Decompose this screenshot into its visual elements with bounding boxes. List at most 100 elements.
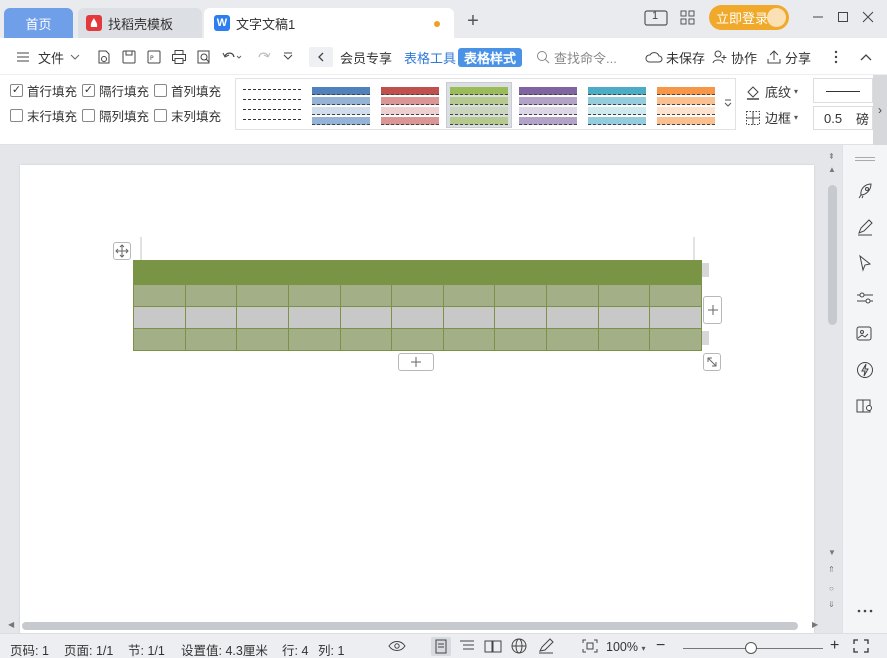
new-tab-button[interactable]: +	[462, 10, 484, 33]
pen-button[interactable]	[855, 217, 875, 237]
tab-home[interactable]: 首页	[4, 8, 73, 38]
image-tool-button[interactable]	[855, 324, 875, 344]
table-style-option[interactable]	[240, 83, 304, 127]
page-count-button[interactable]: 1	[644, 6, 668, 30]
share-button[interactable]: 分享	[766, 47, 811, 67]
scroll-up-icon[interactable]: ▲	[828, 165, 836, 174]
redo-button[interactable]	[256, 47, 272, 67]
table-cell[interactable]	[546, 328, 599, 351]
open-button[interactable]	[96, 47, 112, 67]
table-cell[interactable]	[597, 306, 651, 329]
table-cell[interactable]	[391, 284, 444, 307]
web-view-button[interactable]	[510, 638, 528, 657]
tab-table-style[interactable]: 表格样式	[458, 47, 523, 67]
table-cell[interactable]	[287, 306, 341, 329]
vertical-scrollbar[interactable]	[826, 150, 838, 616]
table-cell[interactable]	[649, 284, 702, 307]
table-cell[interactable]	[236, 306, 289, 329]
table-style-option[interactable]	[585, 83, 649, 127]
table-cell[interactable]	[339, 306, 393, 329]
gallery-more-button[interactable]	[723, 97, 735, 109]
reader-button[interactable]	[855, 396, 875, 416]
document-table[interactable]	[133, 260, 702, 351]
side-more-button[interactable]	[855, 605, 875, 625]
table-style-option[interactable]	[516, 83, 580, 127]
table-cell[interactable]	[494, 328, 547, 351]
table-cell[interactable]	[184, 284, 238, 307]
maximize-button[interactable]	[833, 8, 853, 28]
scroll-right-icon[interactable]: ▶	[812, 620, 818, 629]
table-cell[interactable]	[184, 328, 238, 351]
table-cell[interactable]	[391, 328, 444, 351]
table-cell[interactable]	[236, 260, 289, 285]
add-row-button[interactable]	[398, 353, 434, 371]
prev-page-icon[interactable]: ⇑	[828, 565, 835, 574]
minimize-button[interactable]	[808, 8, 828, 28]
login-button[interactable]: 立即登录	[709, 5, 789, 30]
tab-member[interactable]: 会员专享	[340, 47, 392, 67]
table-cell[interactable]	[391, 260, 444, 285]
checkbox-last-column[interactable]: 末列填充	[154, 106, 221, 124]
table-cell[interactable]	[133, 328, 186, 351]
print-preview-button[interactable]	[196, 47, 212, 67]
fullscreen-button[interactable]	[853, 639, 869, 656]
apps-grid-button[interactable]	[680, 6, 696, 30]
scroll-top-icon[interactable]: ⇞	[828, 152, 835, 161]
zoom-level-select[interactable]: 100% ▾	[606, 640, 645, 654]
table-cell[interactable]	[546, 306, 599, 329]
vertical-scroll-thumb[interactable]	[828, 185, 837, 325]
file-menu-button[interactable]: 文件	[16, 47, 80, 67]
table-row[interactable]	[133, 260, 702, 285]
table-style-option[interactable]	[378, 83, 442, 127]
table-cell[interactable]	[597, 328, 651, 351]
export-pdf-button[interactable]: P	[146, 47, 162, 67]
table-row[interactable]	[133, 306, 702, 329]
table-cell[interactable]	[546, 284, 599, 307]
fit-page-button[interactable]	[582, 639, 598, 656]
shading-button[interactable]: 底纹 ▾	[745, 82, 798, 101]
checkbox-first-column[interactable]: 首列填充	[154, 81, 221, 99]
table-cell[interactable]	[133, 284, 186, 307]
table-cell[interactable]	[133, 260, 186, 285]
table-cell[interactable]	[287, 328, 341, 351]
table-cell[interactable]	[339, 260, 393, 285]
table-cell[interactable]	[236, 284, 289, 307]
reading-view-button[interactable]	[484, 639, 502, 656]
table-cell[interactable]	[184, 260, 238, 285]
zoom-slider-knob[interactable]	[745, 642, 757, 654]
checkbox-banded-columns[interactable]: 隔列填充	[82, 106, 149, 124]
table-cell[interactable]	[442, 284, 496, 307]
table-cell[interactable]	[236, 328, 289, 351]
more-options-button[interactable]	[834, 47, 838, 67]
scroll-left-icon[interactable]: ◀	[8, 620, 14, 629]
table-cell[interactable]	[339, 284, 393, 307]
table-cell[interactable]	[649, 328, 702, 351]
lightning-button[interactable]	[855, 360, 875, 380]
table-cell[interactable]	[649, 306, 702, 329]
outline-view-button[interactable]	[458, 639, 476, 656]
table-cell[interactable]	[442, 328, 496, 351]
checkbox-total-row[interactable]: 末行填充	[10, 106, 77, 124]
table-style-option[interactable]	[446, 82, 512, 128]
table-cell[interactable]	[442, 306, 496, 329]
save-button[interactable]	[121, 47, 137, 67]
table-cell[interactable]	[391, 306, 444, 329]
undo-button[interactable]	[221, 47, 243, 67]
line-style-select[interactable]	[813, 78, 873, 103]
ribbon-scroll-left-button[interactable]	[309, 47, 333, 67]
tab-table-tools[interactable]: 表格工具	[404, 47, 456, 67]
table-resize-handle[interactable]	[703, 353, 721, 371]
checkbox-banded-rows[interactable]: ✓ 隔行填充	[82, 81, 149, 99]
quick-access-dropdown[interactable]	[282, 47, 294, 67]
table-cell[interactable]	[442, 260, 496, 285]
close-button[interactable]	[858, 8, 878, 28]
border-button[interactable]: 边框 ▾	[745, 108, 798, 127]
table-cell[interactable]	[184, 306, 238, 329]
eye-protect-button[interactable]	[388, 639, 406, 656]
table-cell[interactable]	[494, 284, 547, 307]
table-cell[interactable]	[494, 306, 547, 329]
adjust-button[interactable]	[855, 288, 875, 308]
table-cell[interactable]	[546, 260, 599, 285]
tab-document[interactable]: W 文字文稿1	[204, 8, 454, 38]
table-cell[interactable]	[649, 260, 702, 285]
